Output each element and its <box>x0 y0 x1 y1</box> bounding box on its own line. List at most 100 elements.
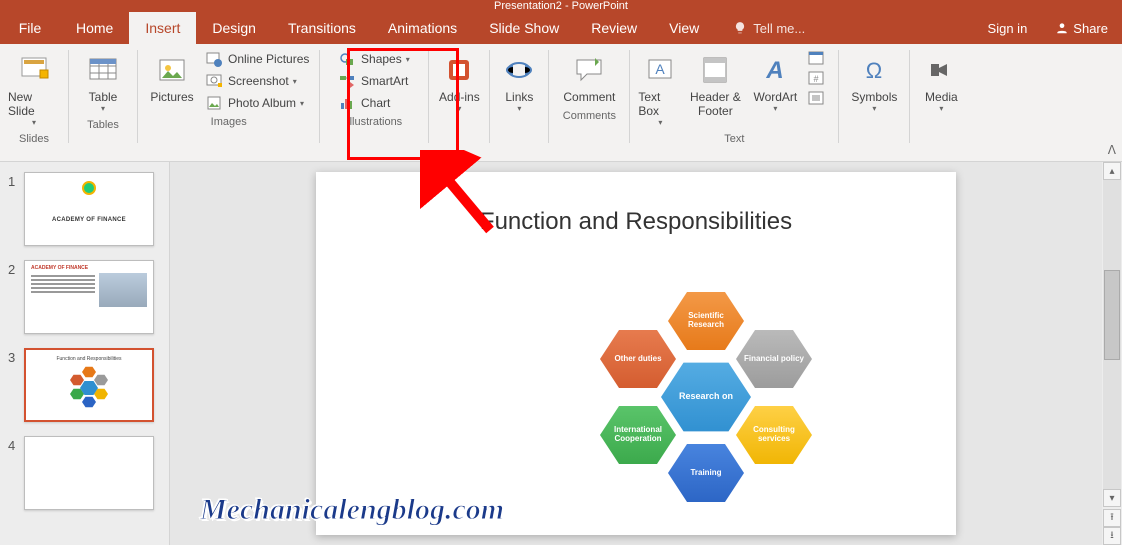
hex-tr[interactable]: Financial policy <box>736 326 812 392</box>
thumbnail-slide-2[interactable]: ACADEMY OF FINANCE <box>24 260 154 334</box>
symbols-button[interactable]: Ω Symbols ▾ <box>845 48 903 117</box>
scroll-thumb[interactable] <box>1104 270 1120 360</box>
links-label: Links <box>505 90 533 104</box>
tab-home[interactable]: Home <box>60 12 129 44</box>
prev-slide-button[interactable]: ⭱ <box>1103 509 1121 527</box>
smartart-hexagon-cluster[interactable]: Research on Scientific Research Financia… <box>576 282 836 512</box>
app-title: Presentation2 - PowerPoint <box>494 0 628 12</box>
online-pictures-button[interactable]: Online Pictures <box>202 48 313 70</box>
header-footer-button[interactable]: Header & Footer <box>684 48 746 122</box>
date-time-icon <box>808 50 824 66</box>
photo-album-icon <box>206 95 222 111</box>
chevron-down-icon: ▾ <box>101 104 105 113</box>
table-button[interactable]: Table ▾ <box>75 48 131 117</box>
vertical-scrollbar[interactable]: ▴ ▾ ⭱ ⭳ <box>1102 162 1122 545</box>
pictures-button[interactable]: Pictures <box>144 48 200 108</box>
scroll-up-button[interactable]: ▴ <box>1103 162 1121 180</box>
smartart-label: SmartArt <box>361 74 408 88</box>
slide-title[interactable]: Function and Responsibilities <box>316 208 956 236</box>
slide-number-icon: # <box>808 70 824 86</box>
photo-album-label: Photo Album <box>228 96 296 110</box>
screenshot-icon <box>206 73 222 89</box>
scroll-down-button[interactable]: ▾ <box>1103 489 1121 507</box>
chart-icon <box>339 95 355 111</box>
workspace: 1 ACADEMY OF FINANCE 2 ACADEMY OF FINANC… <box>0 162 1122 545</box>
tell-me[interactable]: Tell me... <box>733 12 805 44</box>
tab-transitions[interactable]: Transitions <box>272 12 372 44</box>
comment-button[interactable]: Comment <box>555 48 623 108</box>
addins-label: Add-ins <box>439 90 480 104</box>
textbox-label: Text Box <box>638 90 682 118</box>
hex-br[interactable]: Consulting services <box>736 402 812 468</box>
hex-bottom[interactable]: Training <box>668 440 744 506</box>
hex-top[interactable]: Scientific Research <box>668 288 744 354</box>
group-illustrations-title: Illustrations <box>347 114 403 129</box>
smartart-button[interactable]: SmartArt <box>335 70 412 92</box>
group-images: Pictures Online Pictures Screenshot ▾ Ph… <box>138 44 319 161</box>
group-text-title: Text <box>724 131 744 146</box>
addins-button[interactable]: Add-ins ▾ <box>435 48 483 117</box>
addins-icon <box>443 54 475 86</box>
pictures-icon <box>156 54 188 86</box>
hex-bl[interactable]: International Cooperation <box>600 402 676 468</box>
table-label: Table <box>89 90 118 104</box>
tab-slideshow[interactable]: Slide Show <box>473 12 575 44</box>
tab-design[interactable]: Design <box>196 12 272 44</box>
comment-label: Comment <box>563 90 615 104</box>
svg-text:#: # <box>814 74 819 84</box>
slide-canvas[interactable]: Function and Responsibilities Research o… <box>316 172 956 535</box>
tab-insert[interactable]: Insert <box>129 12 196 44</box>
group-addins: Add-ins ▾ <box>429 44 489 161</box>
file-tab[interactable]: File <box>0 12 60 44</box>
wordart-button[interactable]: A WordArt ▾ <box>746 48 804 117</box>
sign-in[interactable]: Sign in <box>974 12 1042 44</box>
comment-icon <box>573 54 605 86</box>
links-button[interactable]: Links ▾ <box>496 48 542 117</box>
group-slides-title: Slides <box>19 131 49 146</box>
new-slide-button[interactable]: New Slide ▾ <box>6 48 62 131</box>
thumbnail-number: 4 <box>8 436 24 453</box>
slide-number-button[interactable]: # <box>806 68 832 88</box>
thumbnail-slide-4[interactable] <box>24 436 154 510</box>
object-button[interactable] <box>806 88 832 108</box>
chevron-down-icon: ▾ <box>300 99 304 108</box>
tab-animations[interactable]: Animations <box>372 12 473 44</box>
object-icon <box>808 90 824 106</box>
chart-button[interactable]: Chart <box>335 92 394 114</box>
thumbnail-item[interactable]: 4 <box>8 436 161 510</box>
svg-text:A: A <box>656 61 666 77</box>
date-time-button[interactable] <box>806 48 832 68</box>
thumbnail-item[interactable]: 3 Function and Responsibilities <box>8 348 161 422</box>
thumbnail-slide-3[interactable]: Function and Responsibilities <box>24 348 154 422</box>
collapse-ribbon-button[interactable]: ᐱ <box>1108 143 1116 157</box>
shapes-button[interactable]: Shapes ▾ <box>335 48 414 70</box>
thumbnail-item[interactable]: 2 ACADEMY OF FINANCE <box>8 260 161 334</box>
new-slide-icon <box>18 54 50 86</box>
media-button[interactable]: Media ▾ <box>916 48 966 117</box>
thumbnail-item[interactable]: 1 ACADEMY OF FINANCE <box>8 172 161 246</box>
wordart-label: WordArt <box>753 90 797 104</box>
watermark-text: Mechanicalengblog.com <box>200 493 504 527</box>
wordart-icon: A <box>759 54 791 86</box>
group-media: Media ▾ <box>910 44 972 161</box>
scroll-track[interactable] <box>1103 180 1121 489</box>
next-slide-button[interactable]: ⭳ <box>1103 527 1121 545</box>
thumbnail-number: 3 <box>8 348 24 365</box>
hex-center[interactable]: Research on <box>661 358 751 436</box>
pictures-label: Pictures <box>150 90 193 104</box>
screenshot-button[interactable]: Screenshot ▾ <box>202 70 313 92</box>
thumbnail-title: ACADEMY OF FINANCE <box>25 261 153 273</box>
svg-text:Ω: Ω <box>866 58 882 83</box>
hex-tl[interactable]: Other duties <box>600 326 676 392</box>
thumbnail-title: ACADEMY OF FINANCE <box>25 217 153 223</box>
tab-review[interactable]: Review <box>575 12 653 44</box>
chart-label: Chart <box>361 96 390 110</box>
symbols-icon: Ω <box>858 54 890 86</box>
thumbnail-slide-1[interactable]: ACADEMY OF FINANCE <box>24 172 154 246</box>
group-comments-title: Comments <box>563 108 616 123</box>
group-illustrations: Shapes ▾ SmartArt Chart Illustrations <box>320 44 428 161</box>
textbox-button[interactable]: A Text Box ▾ <box>636 48 684 131</box>
tab-view[interactable]: View <box>653 12 715 44</box>
photo-album-button[interactable]: Photo Album ▾ <box>202 92 313 114</box>
share-button[interactable]: Share <box>1041 12 1122 44</box>
